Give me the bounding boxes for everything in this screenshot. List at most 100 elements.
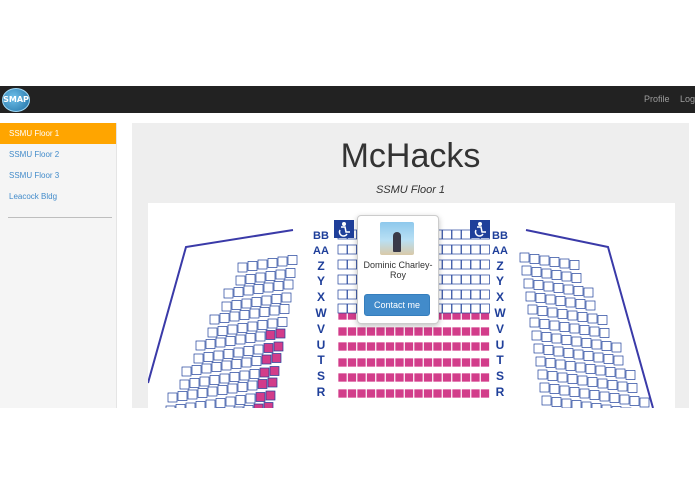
seat[interactable] xyxy=(249,369,260,379)
seat[interactable] xyxy=(263,402,274,409)
seat[interactable] xyxy=(413,341,424,352)
seat[interactable] xyxy=(480,303,490,314)
seat[interactable] xyxy=(581,338,592,348)
seat[interactable] xyxy=(461,289,471,300)
seat[interactable] xyxy=(553,283,564,293)
seat[interactable] xyxy=(225,336,236,346)
seat[interactable] xyxy=(423,326,433,337)
seat[interactable] xyxy=(639,397,650,408)
seat[interactable] xyxy=(461,259,471,270)
seat[interactable] xyxy=(461,274,471,285)
seat[interactable] xyxy=(385,388,395,399)
seat[interactable] xyxy=(595,365,606,376)
seat[interactable] xyxy=(356,357,367,368)
seat[interactable] xyxy=(480,326,490,337)
seat[interactable] xyxy=(267,377,278,388)
seat[interactable] xyxy=(337,244,348,255)
seat[interactable] xyxy=(275,328,286,339)
seat[interactable] xyxy=(404,388,414,399)
seat[interactable] xyxy=(585,364,596,374)
seat[interactable] xyxy=(551,397,562,407)
seat[interactable] xyxy=(519,252,530,263)
seat[interactable] xyxy=(385,357,395,368)
seat[interactable] xyxy=(257,259,268,270)
seat[interactable] xyxy=(480,357,490,368)
seat[interactable] xyxy=(442,274,452,285)
seat[interactable] xyxy=(533,343,544,354)
seat[interactable] xyxy=(523,278,534,289)
seat[interactable] xyxy=(347,388,357,399)
seat[interactable] xyxy=(205,399,216,408)
seat[interactable] xyxy=(549,257,560,267)
seat[interactable] xyxy=(347,303,357,314)
seat[interactable] xyxy=(442,341,452,352)
seat[interactable] xyxy=(531,330,542,341)
seat[interactable] xyxy=(337,388,348,399)
seat[interactable] xyxy=(561,335,572,345)
contact-me-button[interactable]: Contact me xyxy=(364,294,430,316)
seat[interactable] xyxy=(480,289,490,300)
seat[interactable] xyxy=(253,284,264,294)
seat[interactable] xyxy=(255,331,266,342)
seat[interactable] xyxy=(591,403,602,409)
seat[interactable] xyxy=(617,381,628,392)
seat[interactable] xyxy=(366,341,376,352)
seat[interactable] xyxy=(201,363,212,374)
seat[interactable] xyxy=(541,268,552,279)
seat[interactable] xyxy=(366,372,376,383)
seat[interactable] xyxy=(237,262,248,273)
seat[interactable] xyxy=(563,284,574,295)
seat[interactable] xyxy=(233,347,244,358)
seat[interactable] xyxy=(221,360,232,371)
seat[interactable] xyxy=(267,258,278,268)
seat[interactable] xyxy=(549,384,560,394)
seat[interactable] xyxy=(413,326,424,337)
seat[interactable] xyxy=(279,304,290,314)
seat[interactable] xyxy=(470,289,481,300)
seat[interactable] xyxy=(277,317,288,327)
seat[interactable] xyxy=(337,303,348,314)
sidebar-item-ssmu-floor-1[interactable]: SSMU Floor 1 xyxy=(0,123,116,144)
seat[interactable] xyxy=(589,390,600,400)
seat[interactable] xyxy=(281,292,292,303)
seat[interactable] xyxy=(209,314,220,325)
seat[interactable] xyxy=(235,334,246,345)
seat[interactable] xyxy=(231,300,242,310)
seat[interactable] xyxy=(337,357,348,368)
seat[interactable] xyxy=(233,406,244,408)
seat[interactable] xyxy=(257,320,268,330)
seat[interactable] xyxy=(394,372,405,383)
seat[interactable] xyxy=(356,388,367,399)
seat[interactable] xyxy=(243,405,254,409)
seat[interactable] xyxy=(625,370,636,380)
seat[interactable] xyxy=(583,287,594,298)
seat[interactable] xyxy=(271,294,282,304)
seat[interactable] xyxy=(451,357,462,368)
seat[interactable] xyxy=(423,372,433,383)
seat[interactable] xyxy=(442,372,452,383)
seat[interactable] xyxy=(261,354,272,365)
seat[interactable] xyxy=(191,365,202,375)
seat[interactable] xyxy=(247,321,258,332)
seat[interactable] xyxy=(529,254,540,264)
seat[interactable] xyxy=(197,388,208,398)
seat[interactable] xyxy=(451,274,462,285)
seat[interactable] xyxy=(337,326,348,337)
seat[interactable] xyxy=(251,356,262,366)
seat[interactable] xyxy=(207,386,218,397)
seat[interactable] xyxy=(559,322,570,332)
seat[interactable] xyxy=(413,388,424,399)
seat[interactable] xyxy=(247,380,258,391)
seat[interactable] xyxy=(461,326,471,337)
seat[interactable] xyxy=(549,320,560,331)
seat[interactable] xyxy=(571,400,582,409)
seat[interactable] xyxy=(432,357,443,368)
seat[interactable] xyxy=(337,289,348,300)
profile-link[interactable]: Profile xyxy=(644,94,670,104)
seat[interactable] xyxy=(567,310,578,321)
seat[interactable] xyxy=(385,326,395,337)
seat[interactable] xyxy=(269,305,280,316)
seat[interactable] xyxy=(245,393,256,404)
seat[interactable] xyxy=(241,357,252,368)
seat[interactable] xyxy=(243,346,254,356)
